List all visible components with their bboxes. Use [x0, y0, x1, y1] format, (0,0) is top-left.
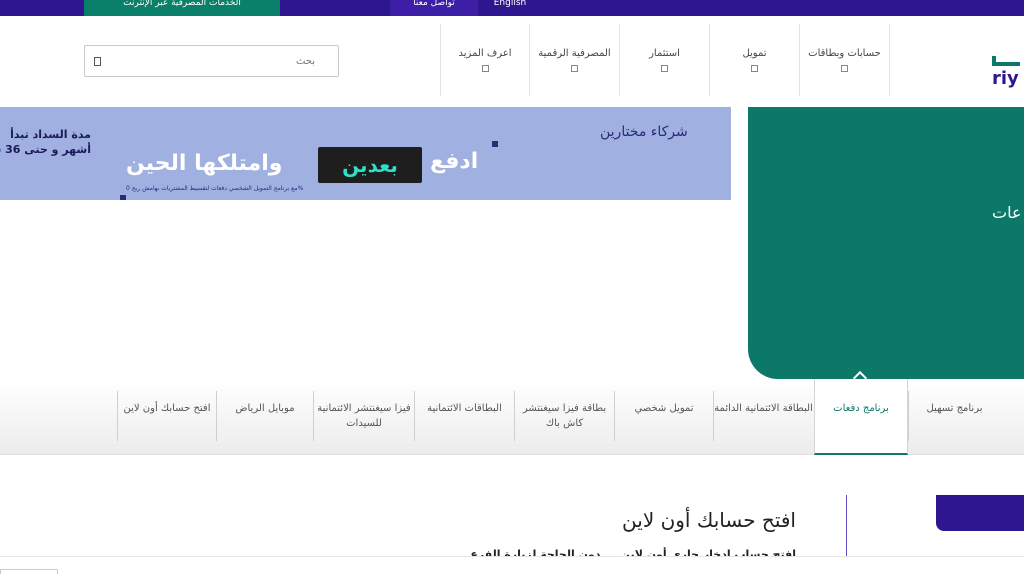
search-box	[84, 45, 339, 77]
banner-partners: شركاء مختارين	[600, 124, 688, 140]
tab-visa-women[interactable]: فيزا سيغنتشر الائتمانية للسيدات	[313, 391, 414, 441]
tab-visa-cashback[interactable]: بطاقة فيزا سيغنتشر كاش باك	[514, 391, 614, 441]
banner-own-now: وامتلكها الحين	[126, 151, 283, 176]
tab-label: برنامج تسهيل	[926, 403, 983, 414]
search-icon[interactable]	[94, 57, 101, 66]
banner-fine-print: مع برنامج التمويل الشخصي دفعات لتقسيط ال…	[126, 185, 304, 192]
product-tabs: برنامج تسهيل برنامج دفعات البطاقة الائتم…	[0, 379, 1024, 455]
tab-label: تمويل شخصي	[634, 403, 694, 414]
nav-investment[interactable]: استثمار	[620, 24, 710, 96]
tab-permanent-credit-card[interactable]: البطاقة الائتمانية الدائمة	[713, 391, 813, 441]
nav-digital-banking[interactable]: المصرفية الرقمية	[530, 24, 620, 96]
search-input[interactable]	[105, 46, 315, 76]
nav-learn-more[interactable]: اعرف المزيد	[440, 24, 530, 96]
online-banking-link[interactable]: الخدمات المصرفية عبر الإنترنت	[84, 0, 280, 16]
chevron-down-icon	[571, 65, 578, 72]
chevron-down-icon	[661, 65, 668, 72]
tab-label: البطاقة الائتمانية الدائمة	[714, 403, 813, 414]
chevron-down-icon	[751, 65, 758, 72]
banner-lcd-later: بعدين	[318, 147, 422, 183]
page-title: افتح حسابك أون لاين	[622, 508, 796, 532]
decor-dot	[492, 141, 498, 147]
decor-dot	[120, 195, 126, 200]
tab-mobile-riyad[interactable]: موبايل الرياض	[216, 391, 313, 441]
tab-label: افتح حسابك أون لاين	[123, 403, 211, 414]
nav-label: استثمار	[649, 48, 680, 59]
tab-label: البطاقات الائتمانية	[427, 403, 502, 414]
side-action-button[interactable]	[936, 495, 1024, 531]
contact-us-link[interactable]: تواصل معنا	[390, 0, 478, 16]
feature-panel: عات	[748, 107, 1024, 379]
tab-credit-cards[interactable]: البطاقات الائتمانية	[414, 391, 514, 441]
tab-personal-finance[interactable]: تمويل شخصي	[614, 391, 713, 441]
tab-label: موبايل الرياض	[235, 403, 295, 414]
nav-label: اعرف المزيد	[458, 48, 512, 59]
tab-label: برنامج دفعات	[833, 403, 889, 414]
nav-label: تمويل	[742, 48, 767, 59]
banner-side-line2: 6 أشهر و حتى 36 ش	[0, 143, 91, 156]
chevron-down-icon	[841, 65, 848, 72]
promo-banner[interactable]: مدة السداد تبدأ 6 أشهر و حتى 36 ش شركاء …	[0, 107, 731, 200]
horizontal-scrollbar[interactable]	[0, 556, 1024, 574]
tab-tasheel[interactable]: برنامج تسهيل	[908, 391, 1000, 441]
banner-repayment-text: مدة السداد تبدأ 6 أشهر و حتى 36 ش	[0, 127, 91, 157]
banner-pay: ادفع	[430, 149, 479, 174]
nav-accounts-cards[interactable]: حسابات وبطاقات	[800, 24, 890, 96]
scrollbar-thumb[interactable]	[0, 569, 58, 574]
language-english-link[interactable]: English	[478, 0, 542, 16]
tab-label: فيزا سيغنتشر الائتمانية للسيدات	[317, 403, 411, 429]
banner-side-line1: مدة السداد تبدأ	[10, 128, 91, 141]
riyad-bank-logo[interactable]: riy	[992, 46, 1024, 106]
feature-panel-text: عات	[992, 203, 1022, 222]
tab-label: بطاقة فيزا سيغنتشر كاش باك	[522, 403, 607, 429]
tab-dafaat[interactable]: برنامج دفعات	[814, 379, 908, 455]
tab-open-account[interactable]: افتح حسابك أون لاين	[117, 391, 216, 441]
nav-financing[interactable]: تمويل	[710, 24, 800, 96]
nav-label: حسابات وبطاقات	[808, 48, 881, 59]
nav-label: المصرفية الرقمية	[538, 48, 611, 59]
chevron-down-icon	[481, 65, 489, 72]
logo-text: riy	[992, 68, 1019, 89]
